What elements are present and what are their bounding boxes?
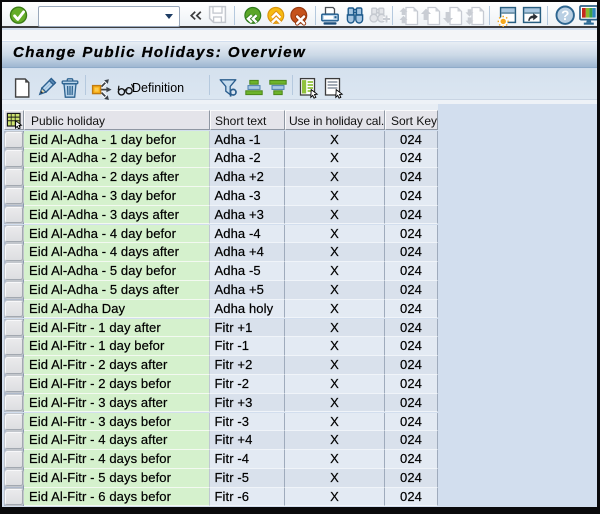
svg-text:?: ? xyxy=(561,8,569,23)
